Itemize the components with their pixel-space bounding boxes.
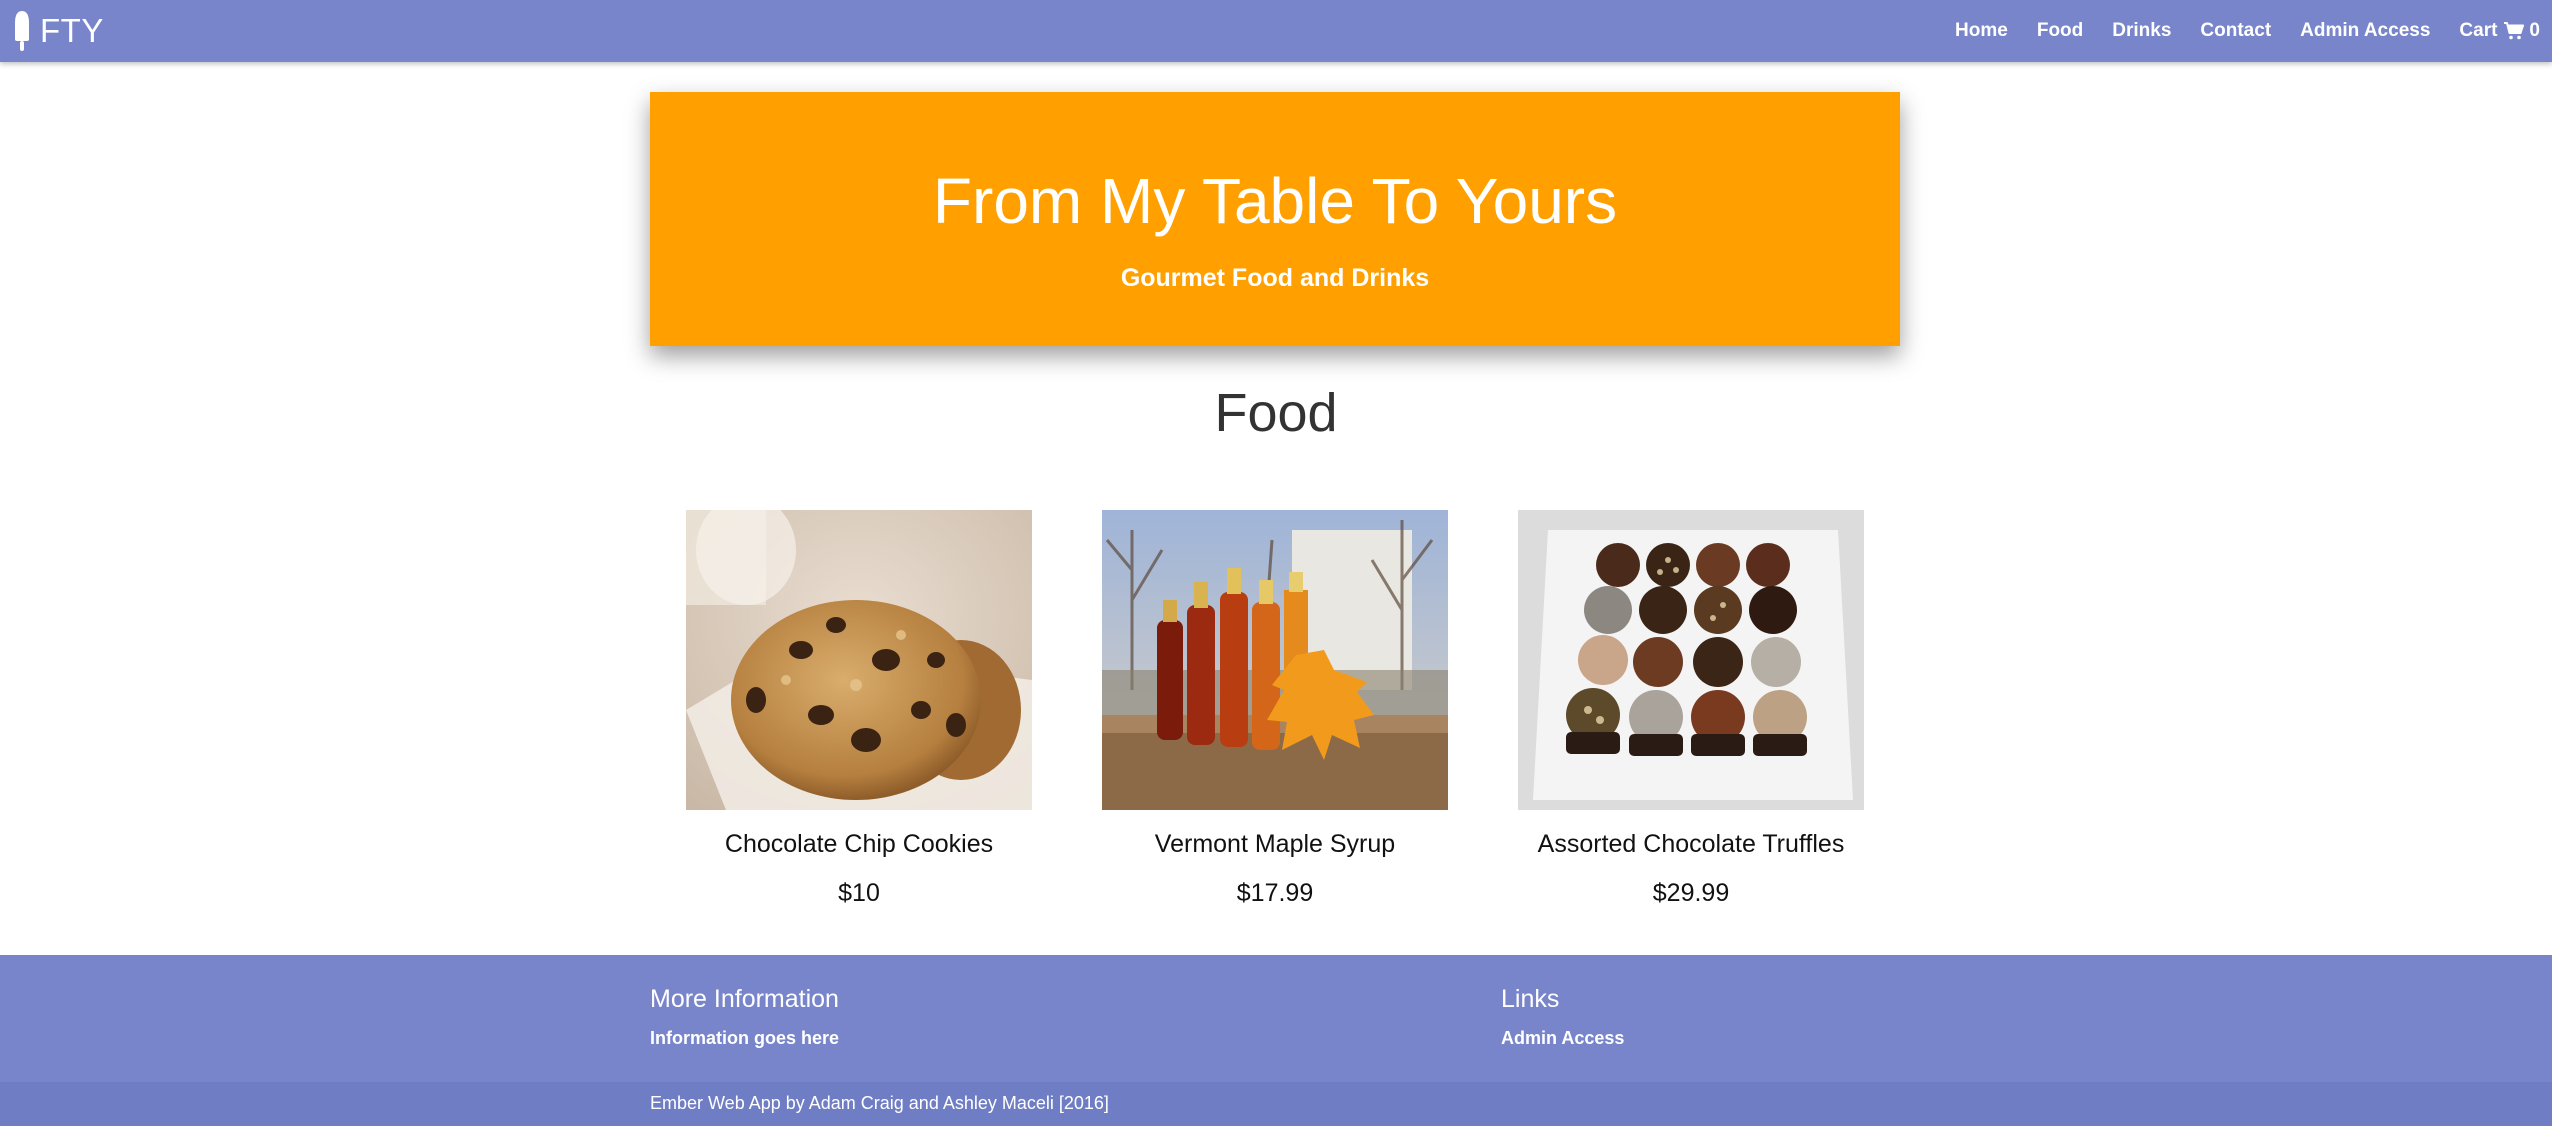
footer-links-heading: Links: [1501, 985, 1560, 1013]
cart-icon: [2504, 22, 2525, 40]
hero-subtitle: Gourmet Food and Drinks: [1120, 264, 1430, 292]
product-card[interactable]: Assorted Chocolate Truffles $29.99: [1518, 510, 1864, 908]
top-navbar: FTY Home Food Drinks Contact Admin Acces…: [0, 0, 2552, 62]
nav-contact[interactable]: Contact: [2200, 20, 2271, 42]
copyright-text: Ember Web App by Adam Craig and Ashley M…: [650, 1093, 1109, 1113]
footer-admin-access-link[interactable]: Admin Access: [1501, 1028, 1624, 1048]
product-name[interactable]: Assorted Chocolate Truffles: [1518, 830, 1864, 859]
product-name[interactable]: Chocolate Chip Cookies: [686, 830, 1032, 859]
nav-drinks[interactable]: Drinks: [2112, 20, 2171, 42]
nav-admin-access[interactable]: Admin Access: [2300, 20, 2430, 42]
cart-label: Cart: [2459, 20, 2498, 41]
footer-more-info-text: Information goes here: [650, 1028, 840, 1048]
product-price: $17.99: [1236, 879, 1314, 907]
product-name[interactable]: Vermont Maple Syrup: [1102, 830, 1448, 859]
hero-banner: From My Table To Yours Gourmet Food and …: [650, 92, 1900, 346]
nav-links: Home Food Drinks Contact Admin Access Ca…: [1926, 0, 2540, 62]
hero-title: From My Table To Yours: [932, 165, 1618, 237]
nav-home[interactable]: Home: [1955, 20, 2008, 42]
popsicle-icon: [15, 11, 29, 51]
nav-cart[interactable]: Cart 0: [2459, 20, 2540, 42]
maple-syrup-bottles-photo[interactable]: [1102, 510, 1448, 810]
footer-links: Links Admin Access: [1501, 985, 1624, 1049]
product-price: $29.99: [1652, 879, 1730, 907]
nav-food[interactable]: Food: [2037, 20, 2083, 42]
product-price: $10: [838, 879, 880, 907]
section-title: Food: [1214, 383, 1338, 443]
brand-name: FTY: [40, 12, 104, 49]
truffles-photo[interactable]: [1518, 510, 1864, 810]
footer: More Information Information goes here L…: [0, 955, 2552, 1082]
footer-more-info-heading: More Information: [650, 985, 839, 1013]
product-card[interactable]: Chocolate Chip Cookies $10: [686, 510, 1032, 908]
brand-link[interactable]: FTY: [12, 6, 104, 56]
cart-count: 0: [2529, 20, 2540, 41]
cookies-photo[interactable]: [686, 510, 1032, 810]
footer-more-info: More Information Information goes here: [650, 985, 839, 1049]
footer-copyright-bar: Ember Web App by Adam Craig and Ashley M…: [0, 1082, 2552, 1126]
product-card[interactable]: Vermont Maple Syrup $17.99: [1102, 510, 1448, 908]
